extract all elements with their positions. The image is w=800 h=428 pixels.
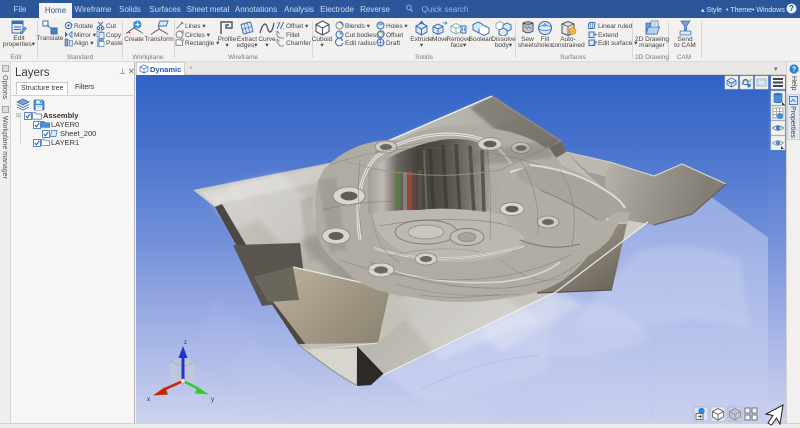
svg-text:x: x	[147, 397, 150, 403]
svg-text:?: ?	[789, 4, 794, 13]
svg-text:y: y	[211, 397, 214, 403]
svg-text:?: ?	[792, 67, 796, 74]
svg-text:z: z	[184, 340, 187, 346]
